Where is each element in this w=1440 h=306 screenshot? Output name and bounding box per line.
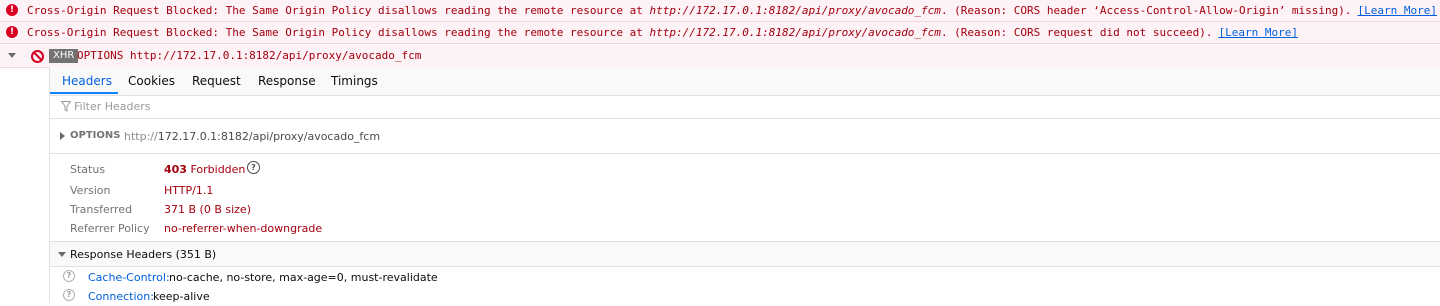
console-error-row: ! Cross-Origin Request Blocked: The Same…: [0, 0, 1440, 22]
details-tabbar: Headers Cookies Request Response Timings: [50, 67, 1440, 96]
chevron-right-icon[interactable]: [60, 132, 65, 140]
error-icon: !: [6, 26, 18, 38]
tab-request[interactable]: Request: [192, 74, 241, 88]
chevron-down-icon[interactable]: [58, 252, 66, 257]
blocked-icon: [31, 50, 44, 63]
header-name: Cache-Control:: [88, 271, 170, 284]
error-url: http://172.17.0.1:8182/api/proxy/avocado…: [649, 4, 941, 17]
error-message: Cross-Origin Request Blocked: The Same O…: [27, 4, 1438, 17]
tab-response[interactable]: Response: [258, 74, 316, 88]
request-summary: Status 403 Forbidden ? Version HTTP/1.1 …: [50, 154, 1440, 242]
version-value: HTTP/1.1: [164, 184, 214, 197]
chevron-down-icon[interactable]: [8, 53, 16, 58]
header-row[interactable]: ? Connection: keep-alive: [50, 287, 1440, 306]
status-value: 403 Forbidden: [164, 163, 246, 176]
referrer-policy-value: no-referrer-when-downgrade: [164, 222, 323, 235]
error-icon: !: [6, 4, 18, 16]
learn-more-link[interactable]: [Learn More]: [1358, 4, 1437, 17]
filter-icon: [61, 101, 71, 112]
header-value: no-cache, no-store, max-age=0, must-reva…: [169, 271, 438, 284]
learn-more-link[interactable]: [Learn More]: [1218, 26, 1297, 39]
response-headers-title: Response Headers (351 B): [70, 248, 217, 261]
transferred-label: Transferred: [70, 203, 133, 216]
help-icon[interactable]: ?: [63, 270, 75, 282]
header-name: Connection:: [88, 290, 154, 303]
console-error-row: ! Cross-Origin Request Blocked: The Same…: [0, 22, 1440, 44]
xhr-request-line: OPTIONS http://172.17.0.1:8182/api/proxy…: [77, 49, 422, 62]
network-details-panel: Headers Cookies Request Response Timings…: [49, 67, 1440, 303]
header-row[interactable]: ? Cache-Control: no-cache, no-store, max…: [50, 268, 1440, 287]
tab-headers[interactable]: Headers: [62, 74, 112, 88]
request-line[interactable]: OPTIONS http://172.17.0.1:8182/api/proxy…: [50, 119, 1440, 154]
filter-headers-input[interactable]: Filter Headers: [50, 96, 1440, 119]
status-label: Status: [70, 163, 106, 176]
error-message: Cross-Origin Request Blocked: The Same O…: [27, 26, 1298, 39]
xhr-request-row[interactable]: XHR OPTIONS http://172.17.0.1:8182/api/p…: [0, 45, 1440, 68]
request-method: OPTIONS: [70, 130, 121, 141]
xhr-badge: XHR: [49, 49, 79, 63]
error-url: http://172.17.0.1:8182/api/proxy/avocado…: [649, 26, 941, 39]
help-icon[interactable]: ?: [63, 289, 75, 301]
request-url: http://172.17.0.1:8182/api/proxy/avocado…: [124, 130, 381, 143]
version-label: Version: [70, 184, 111, 197]
tab-timings[interactable]: Timings: [331, 74, 378, 88]
help-icon[interactable]: ?: [247, 161, 260, 174]
transferred-value: 371 B (0 B size): [164, 203, 251, 216]
response-headers-section[interactable]: Response Headers (351 B): [50, 242, 1440, 267]
filter-placeholder: Filter Headers: [74, 100, 151, 113]
referrer-policy-label: Referrer Policy: [70, 222, 150, 235]
tab-cookies[interactable]: Cookies: [128, 74, 175, 88]
header-value: keep-alive: [153, 290, 210, 303]
active-tab-indicator: [50, 92, 118, 94]
